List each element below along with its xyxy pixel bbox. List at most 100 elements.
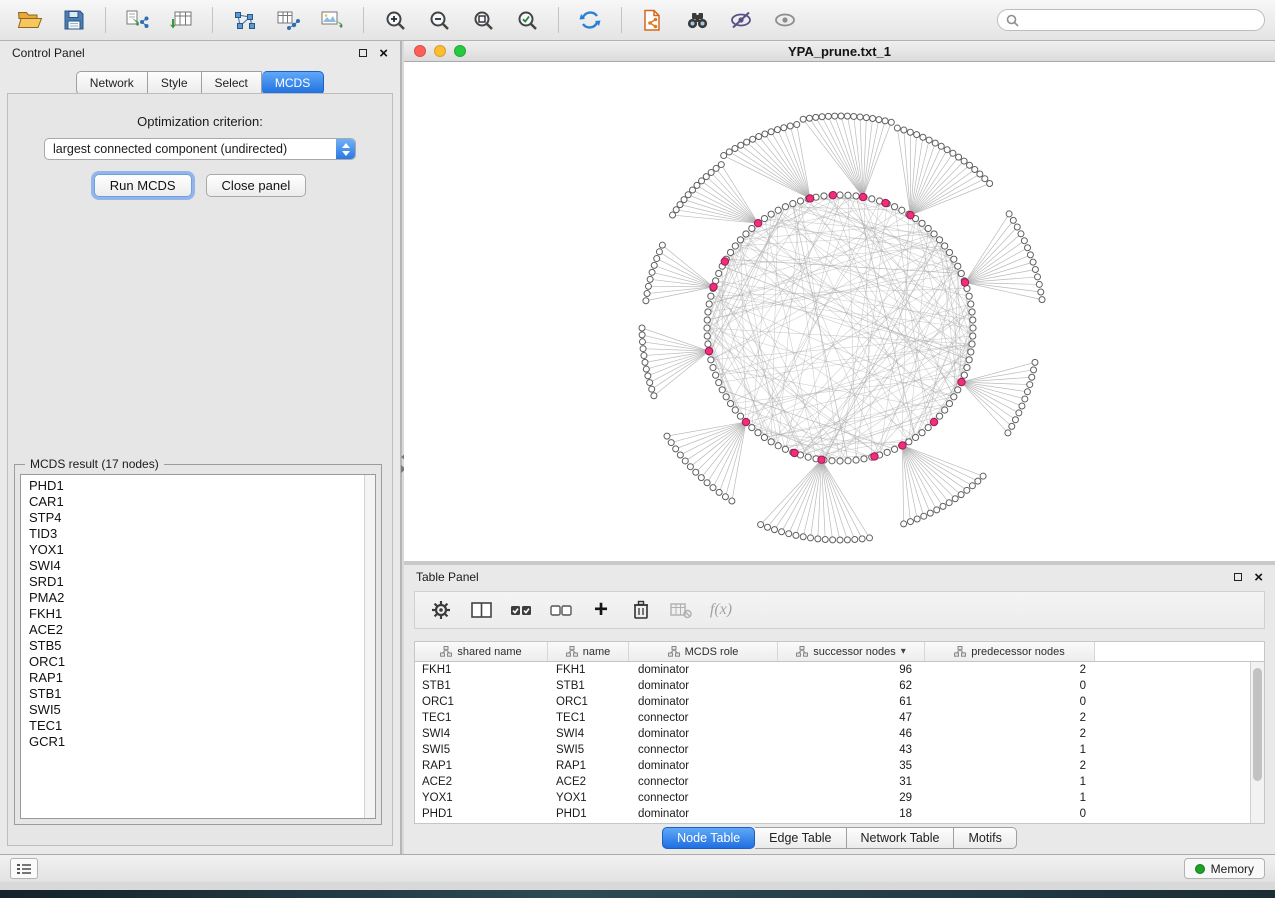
mcds-result-item[interactable]: RAP1 (29, 670, 375, 686)
column-header-shared-name[interactable]: shared name (415, 642, 548, 661)
close-panel-button[interactable]: × (379, 46, 388, 61)
mcds-result-item[interactable]: SWI4 (29, 558, 375, 574)
table-row[interactable]: STB1STB1dominator620 (415, 678, 1250, 694)
table-row[interactable]: PHD1PHD1dominator180 (415, 806, 1250, 822)
table-row[interactable]: YOX1YOX1connector291 (415, 790, 1250, 806)
mcds-result-item[interactable]: PMA2 (29, 590, 375, 606)
table-cell: connector (629, 742, 778, 758)
hide-details-button[interactable] (721, 4, 761, 36)
zoom-in-button[interactable] (375, 4, 415, 36)
mcds-result-item[interactable]: STP4 (29, 510, 375, 526)
mcds-result-item[interactable]: FKH1 (29, 606, 375, 622)
deselect-all-rows-button[interactable] (541, 594, 581, 626)
column-header-name[interactable]: name (548, 642, 629, 661)
close-panel-action-button[interactable]: Close panel (206, 174, 307, 197)
add-column-button[interactable]: + (581, 594, 621, 626)
mcds-list-scrollbar[interactable] (364, 475, 375, 818)
import-table-button[interactable] (161, 4, 201, 36)
mcds-result-item[interactable]: YOX1 (29, 542, 375, 558)
zoom-in-icon (384, 9, 407, 32)
mcds-result-item[interactable]: ORC1 (29, 654, 375, 670)
show-column-panel-button[interactable] (461, 594, 501, 626)
refresh-icon (578, 8, 602, 32)
mcds-result-item[interactable]: SRD1 (29, 574, 375, 590)
table-cell (1095, 710, 1250, 726)
new-network-from-image-button[interactable] (312, 4, 352, 36)
zoom-out-button[interactable] (419, 4, 459, 36)
table-cell: 43 (778, 742, 925, 758)
column-header-successor-nodes[interactable]: successor nodes ▾ (778, 642, 925, 661)
memory-button[interactable]: Memory (1184, 858, 1265, 879)
memory-status-icon (1195, 864, 1205, 874)
function-builder-button-disabled[interactable]: f(x) (701, 594, 741, 626)
float-table-panel-button[interactable] (1234, 573, 1242, 581)
save-session-button[interactable] (54, 4, 94, 36)
trash-icon (631, 599, 651, 621)
table-row[interactable]: FKH1FKH1dominator962 (415, 662, 1250, 678)
tab-select[interactable]: Select (202, 71, 262, 95)
mcds-result-item[interactable]: TID3 (29, 526, 375, 542)
run-mcds-button[interactable]: Run MCDS (94, 174, 192, 197)
import-table-icon (169, 9, 193, 31)
network-window-titlebar[interactable]: YPA_prune.txt_1 (404, 41, 1275, 62)
mcds-result-item[interactable]: GCR1 (29, 734, 375, 750)
mcds-result-item[interactable]: SWI5 (29, 702, 375, 718)
new-network-button[interactable] (224, 4, 264, 36)
mcds-result-list[interactable]: PHD1CAR1STP4TID3YOX1SWI4SRD1PMA2FKH1ACE2… (20, 474, 376, 819)
tab-network[interactable]: Network (76, 71, 148, 95)
table-row[interactable]: SWI5SWI5connector431 (415, 742, 1250, 758)
mcds-result-item[interactable]: ACE2 (29, 622, 375, 638)
search-input[interactable] (1025, 12, 1256, 28)
table-cell (1095, 678, 1250, 694)
tab-node-table[interactable]: Node Table (662, 827, 755, 849)
task-history-button[interactable] (10, 858, 38, 879)
tab-mcds[interactable]: MCDS (262, 71, 324, 95)
table-scrollbar[interactable] (1250, 662, 1264, 823)
delete-column-button[interactable] (621, 594, 661, 626)
mcds-result-item[interactable]: STB1 (29, 686, 375, 702)
table-cell (1095, 806, 1250, 822)
delete-table-button-disabled[interactable] (661, 594, 701, 626)
search-icon (1006, 14, 1019, 27)
split-columns-icon (471, 601, 492, 619)
refresh-view-button[interactable] (570, 4, 610, 36)
table-cell: 18 (778, 806, 925, 822)
show-details-button[interactable] (765, 4, 805, 36)
open-session-button[interactable] (10, 4, 50, 36)
table-settings-button[interactable] (421, 594, 461, 626)
optimization-criterion-select[interactable]: largest connected component (undirected) (44, 138, 356, 160)
column-header-predecessor-nodes[interactable]: predecessor nodes (925, 642, 1095, 661)
table-row[interactable]: TEC1TEC1connector472 (415, 710, 1250, 726)
close-table-panel-button[interactable]: × (1254, 570, 1263, 585)
tab-edge-table[interactable]: Edge Table (755, 827, 846, 849)
column-header-mcds-role[interactable]: MCDS role (629, 642, 778, 661)
table-row[interactable]: ACE2ACE2connector311 (415, 774, 1250, 790)
select-all-rows-button[interactable] (501, 594, 541, 626)
export-document-button[interactable] (633, 4, 673, 36)
column-type-icon (954, 646, 966, 657)
find-button[interactable] (677, 4, 717, 36)
table-row[interactable]: ORC1ORC1dominator610 (415, 694, 1250, 710)
network-canvas[interactable] (404, 62, 1275, 561)
import-network-button[interactable] (117, 4, 157, 36)
mcds-result-item[interactable]: STB5 (29, 638, 375, 654)
table-cell: 2 (925, 710, 1095, 726)
control-panel-title: Control Panel (12, 46, 85, 60)
table-row[interactable]: RAP1RAP1dominator352 (415, 758, 1250, 774)
table-scrollbar-thumb[interactable] (1253, 668, 1262, 781)
tab-motifs[interactable]: Motifs (954, 827, 1016, 849)
float-panel-button[interactable] (359, 49, 367, 57)
mcds-result-item[interactable]: CAR1 (29, 494, 375, 510)
table-cell: ACE2 (548, 774, 629, 790)
mcds-result-item[interactable]: PHD1 (29, 478, 375, 494)
mcds-result-item[interactable]: TEC1 (29, 718, 375, 734)
zoom-selected-button[interactable] (507, 4, 547, 36)
zoom-fit-button[interactable] (463, 4, 503, 36)
column-header-filler (1095, 642, 1264, 661)
table-cell: SWI5 (415, 742, 548, 758)
tab-network-table[interactable]: Network Table (847, 827, 955, 849)
tab-style[interactable]: Style (148, 71, 202, 95)
table-cell: TEC1 (415, 710, 548, 726)
new-network-from-table-button[interactable] (268, 4, 308, 36)
table-row[interactable]: SWI4SWI4dominator462 (415, 726, 1250, 742)
